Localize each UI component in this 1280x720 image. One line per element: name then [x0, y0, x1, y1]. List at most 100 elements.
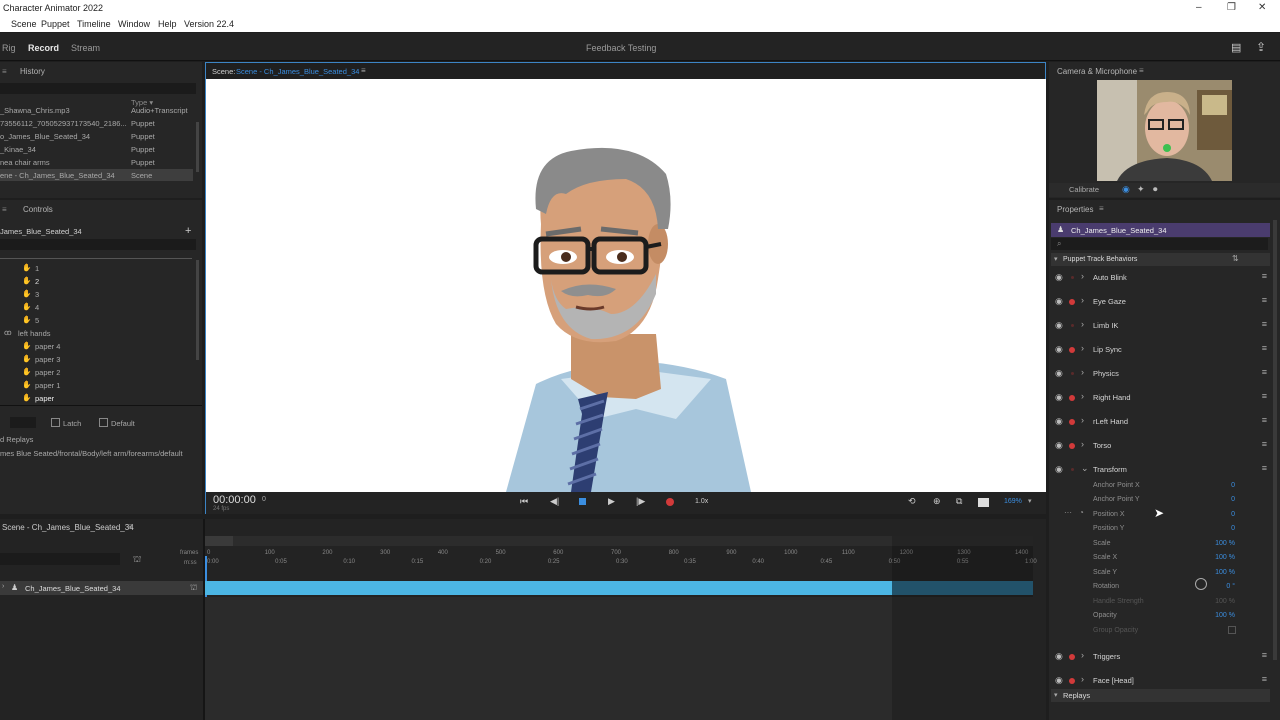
add-behavior-icon[interactable]: ⇅ — [1232, 254, 1239, 263]
behavior-lip-sync[interactable]: ◉ › Lip Sync ≡ — [1052, 340, 1267, 360]
track-header[interactable]: › ♟ Ch_James_Blue_Seated_34 ⛫ — [0, 581, 203, 595]
eye-icon[interactable]: ◉ — [1055, 272, 1063, 283]
background-toggle[interactable] — [978, 498, 989, 507]
zoom-level[interactable]: 169% — [1004, 498, 1022, 505]
minimize-button[interactable]: – — [1196, 2, 1202, 13]
eye-icon[interactable]: ◉ — [1055, 368, 1063, 379]
list-item[interactable]: _Shawna_Chris.mp3 — [0, 106, 70, 115]
stop-button[interactable] — [579, 498, 586, 505]
param-value[interactable]: 0 — [1231, 482, 1235, 489]
lock-icon[interactable]: ⛫ — [133, 554, 141, 566]
handle-item[interactable]: 4 — [35, 303, 39, 312]
behavior-eye-gaze[interactable]: ◉ › Eye Gaze ≡ — [1052, 292, 1267, 312]
fit-view-icon[interactable]: ⧉ — [956, 496, 962, 507]
rotation-dial[interactable] — [1195, 578, 1207, 590]
close-button[interactable]: ✕ — [1258, 2, 1266, 13]
chevron-right-icon[interactable]: › — [1081, 367, 1084, 377]
properties-search[interactable]: ⌕ — [1051, 238, 1268, 250]
chevron-right-icon[interactable]: › — [1081, 295, 1084, 305]
scrollbar[interactable] — [196, 122, 199, 172]
scene-name[interactable]: Scene - Ch_James_Blue_Seated_34 — [236, 67, 359, 76]
microphone-icon[interactable]: ⏺ — [1153, 184, 1158, 195]
eye-icon[interactable]: ◉ — [1055, 320, 1063, 331]
list-item[interactable]: nea chair arms — [0, 158, 50, 167]
target-icon[interactable]: ⊕ — [933, 496, 941, 507]
behavior-left-hand[interactable]: ◉ › rLeft Hand ≡ — [1052, 412, 1267, 432]
menu-icon[interactable]: ≡ — [1262, 415, 1267, 425]
paper-item[interactable]: paper 4 — [35, 342, 60, 351]
record-arm-dot[interactable] — [1071, 372, 1074, 375]
group-item[interactable]: left hands — [18, 329, 51, 338]
play-icon[interactable]: ▶ — [608, 496, 615, 507]
menu-icon[interactable]: ≡ — [1262, 463, 1267, 473]
menu-icon[interactable]: ≡ — [128, 522, 133, 531]
record-arm-dot[interactable] — [1069, 443, 1075, 449]
record-button[interactable] — [666, 498, 674, 506]
eye-icon[interactable]: ◉ — [1055, 296, 1063, 307]
list-item[interactable]: ene - Ch_James_Blue_Seated_34 — [0, 171, 115, 180]
paper-item[interactable]: paper 2 — [35, 368, 60, 377]
more-icon[interactable]: ··· — [1064, 508, 1072, 517]
eye-icon[interactable]: ◉ — [1055, 392, 1063, 403]
add-button[interactable]: + — [185, 225, 191, 237]
group-opacity-checkbox[interactable] — [1228, 626, 1236, 634]
behavior-face[interactable]: ◉ › Face [Head] ≡ — [1052, 671, 1267, 691]
menu-icon[interactable]: ≡ — [2, 67, 7, 76]
stopwatch-icon[interactable]: ◔ — [1079, 508, 1084, 517]
menu-help[interactable]: Help — [158, 19, 177, 29]
chevron-right-icon[interactable]: › — [1081, 271, 1084, 281]
scrollbar[interactable] — [1273, 220, 1277, 660]
menu-icon[interactable]: ≡ — [2, 205, 7, 214]
chevron-right-icon[interactable]: › — [1081, 391, 1084, 401]
body-tracking-icon[interactable]: ✦ — [1137, 184, 1145, 195]
record-arm-dot[interactable] — [1071, 324, 1074, 327]
playback-speed[interactable]: 1.0x — [695, 498, 708, 505]
behavior-limb-ik[interactable]: ◉ › Limb IK ≡ — [1052, 316, 1267, 336]
calibrate-button[interactable]: Calibrate — [1069, 185, 1099, 194]
paper-item[interactable]: paper — [35, 394, 54, 403]
chevron-right-icon[interactable]: › — [1081, 415, 1084, 425]
visibility-icon[interactable]: ⛫ — [190, 583, 197, 593]
controls-search[interactable] — [0, 239, 196, 250]
handle-item[interactable]: 5 — [35, 316, 39, 325]
list-item[interactable]: 73556112_705052937173540_2186... — [0, 119, 127, 128]
record-arm-dot[interactable] — [1071, 276, 1074, 279]
step-forward-icon[interactable]: |▶︎ — [636, 496, 645, 507]
record-arm-dot[interactable] — [1069, 654, 1075, 660]
chevron-right-icon[interactable]: › — [1081, 439, 1084, 449]
tab-history[interactable]: History — [20, 67, 45, 76]
timecode[interactable]: 00:00:00 — [213, 494, 256, 506]
menu-icon[interactable]: ≡ — [1262, 343, 1267, 353]
behavior-right-hand[interactable]: ◉ › Right Hand ≡ — [1052, 388, 1267, 408]
tab-rig[interactable]: Rig — [2, 43, 16, 53]
list-item[interactable]: _Kinae_34 — [0, 145, 36, 154]
handle-item[interactable]: 2 — [35, 277, 39, 286]
loop-icon[interactable]: ⟲ — [908, 496, 916, 507]
eye-icon[interactable]: ◉ — [1055, 464, 1063, 475]
tab-record[interactable]: Record — [28, 43, 59, 53]
camera-icon[interactable]: ◉ — [1122, 184, 1130, 195]
menu-icon[interactable]: ≡ — [1262, 391, 1267, 401]
record-arm-dot[interactable] — [1069, 678, 1075, 684]
menu-icon[interactable]: ≡ — [1262, 439, 1267, 449]
param-value[interactable]: 100 % — [1215, 554, 1235, 561]
chevron-right-icon[interactable]: › — [1081, 650, 1084, 660]
menu-scene[interactable]: Scene — [11, 19, 37, 29]
eye-icon[interactable]: ◉ — [1055, 651, 1063, 662]
chevron-right-icon[interactable]: › — [1081, 343, 1084, 353]
paper-item[interactable]: paper 3 — [35, 355, 60, 364]
param-value[interactable]: 0 ° — [1226, 583, 1235, 590]
share-icon[interactable]: ⇪ — [1256, 40, 1266, 54]
menu-icon[interactable]: ≡ — [1262, 674, 1267, 684]
chevron-right-icon[interactable]: › — [1081, 319, 1084, 329]
behavior-transform[interactable]: ◉ ⌄ Transform ≡ — [1052, 460, 1267, 480]
eye-icon[interactable]: ◉ — [1055, 344, 1063, 355]
behavior-physics[interactable]: ◉ › Physics ≡ — [1052, 364, 1267, 384]
eye-icon[interactable]: ◉ — [1055, 416, 1063, 427]
maximize-button[interactable]: ❐ — [1227, 2, 1236, 13]
handle-item[interactable]: 1 — [35, 264, 39, 273]
tab-controls[interactable]: Controls — [23, 205, 53, 214]
key-field[interactable] — [10, 417, 36, 428]
section-header[interactable]: ▾ Puppet Track Behaviors ⇅ — [1051, 253, 1270, 266]
scene-menu-icon[interactable]: ≡ — [361, 66, 366, 75]
